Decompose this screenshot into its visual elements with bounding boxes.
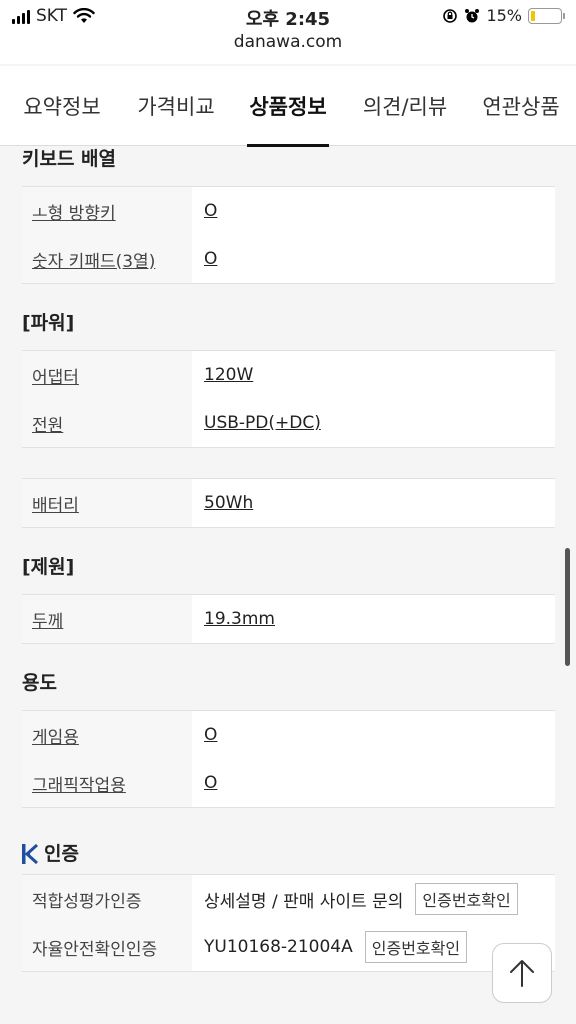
spec-content: 키보드 배열 ㅗ형 방향키 O 숫자 키패드(3열) O [파워] 어댑터 12… [22, 146, 555, 972]
battery-percent: 15% [486, 6, 522, 25]
spec-group-usage: 게임용 O 그래픽작업용 O [22, 710, 555, 808]
spec-key[interactable]: 그래픽작업용 [22, 759, 192, 807]
battery-icon [528, 7, 565, 24]
spec-value[interactable]: O [192, 187, 555, 235]
scroll-to-top-button[interactable] [492, 943, 552, 1003]
alarm-icon [465, 8, 480, 22]
cert-number-check-button[interactable]: 인증번호확인 [415, 883, 518, 915]
arrow-up-icon [510, 960, 534, 987]
spec-value[interactable]: O [192, 235, 555, 283]
spec-row: 두께 19.3mm [22, 595, 555, 643]
spec-row: ㅗ형 방향키 O [22, 187, 555, 235]
spec-key[interactable]: 숫자 키패드(3열) [22, 235, 192, 283]
spec-value[interactable]: O [192, 759, 555, 807]
cert-title-label: 인증 [44, 843, 79, 865]
cert-number-check-button[interactable]: 인증번호확인 [364, 931, 468, 963]
cert-value: 상세설명 / 판매 사이트 문의 [204, 891, 404, 912]
tab-summary[interactable]: 요약정보 [12, 66, 112, 146]
spec-row: 게임용 O [22, 711, 555, 759]
spec-group-dimensions: 두께 19.3mm [22, 594, 555, 644]
section-title-keyboard: 키보드 배열 [22, 148, 117, 170]
orientation-lock-icon [443, 8, 458, 23]
section-title-power: [파워] [22, 312, 75, 334]
spec-row: 어댑터 120W [22, 351, 555, 399]
section-title-spec: [제원] [22, 556, 75, 578]
tab-reviews[interactable]: 의견/리뷰 [353, 66, 457, 146]
tab-product-info[interactable]: 상품정보 [247, 66, 329, 147]
spec-value[interactable]: 120W [192, 351, 555, 399]
scrollbar[interactable] [565, 548, 570, 666]
spec-key[interactable]: 어댑터 [22, 351, 192, 399]
tab-related[interactable]: 연관상품 [474, 66, 568, 146]
kc-mark-icon [22, 843, 38, 865]
spec-value[interactable]: 50Wh [192, 479, 555, 527]
spec-key: 적합성평가인증 [22, 875, 192, 923]
status-bar: SKT 오후 2:45 15% [0, 0, 576, 32]
spec-key[interactable]: 배터리 [22, 479, 192, 527]
url-text: danawa.com [233, 32, 343, 52]
spec-value: 상세설명 / 판매 사이트 문의 인증번호확인 [192, 875, 555, 923]
section-title-usage: 용도 [22, 672, 57, 694]
status-right: 15% [442, 6, 565, 25]
spec-row: 전원 USB-PD(+DC) [22, 399, 555, 447]
spec-row: 배터리 50Wh [22, 479, 555, 527]
spec-group-power: 어댑터 120W 전원 USB-PD(+DC) [22, 350, 555, 448]
spec-row: 숫자 키패드(3열) O [22, 235, 555, 283]
spec-key[interactable]: ㅗ형 방향키 [22, 187, 192, 235]
spec-row: 적합성평가인증 상세설명 / 판매 사이트 문의 인증번호확인 [22, 875, 555, 923]
section-title-cert: 인증 [22, 834, 555, 874]
spec-row: 그래픽작업용 O [22, 759, 555, 807]
spec-value[interactable]: USB-PD(+DC) [192, 399, 555, 447]
product-tabs: 요약정보 가격비교 상품정보 의견/리뷰 연관상품 [0, 66, 576, 147]
url-bar[interactable]: danawa.com [0, 32, 576, 64]
cert-value: YU10168-21004A [204, 937, 353, 957]
spec-group-battery: 배터리 50Wh [22, 478, 555, 528]
spec-key[interactable]: 전원 [22, 399, 192, 447]
spec-value[interactable]: O [192, 711, 555, 759]
spec-key[interactable]: 두께 [22, 595, 192, 643]
spec-group-cert: 적합성평가인증 상세설명 / 판매 사이트 문의 인증번호확인 자율안전확인인증… [22, 874, 555, 972]
tab-price-compare[interactable]: 가격비교 [128, 66, 224, 146]
spec-group-keyboard: ㅗ형 방향키 O 숫자 키패드(3열) O [22, 186, 555, 284]
spec-row: 자율안전확인인증 YU10168-21004A 인증번호확인 [22, 923, 555, 971]
spec-key: 자율안전확인인증 [22, 923, 192, 971]
spec-key[interactable]: 게임용 [22, 711, 192, 759]
battery-fill [531, 10, 536, 21]
spec-value[interactable]: 19.3mm [192, 595, 555, 643]
